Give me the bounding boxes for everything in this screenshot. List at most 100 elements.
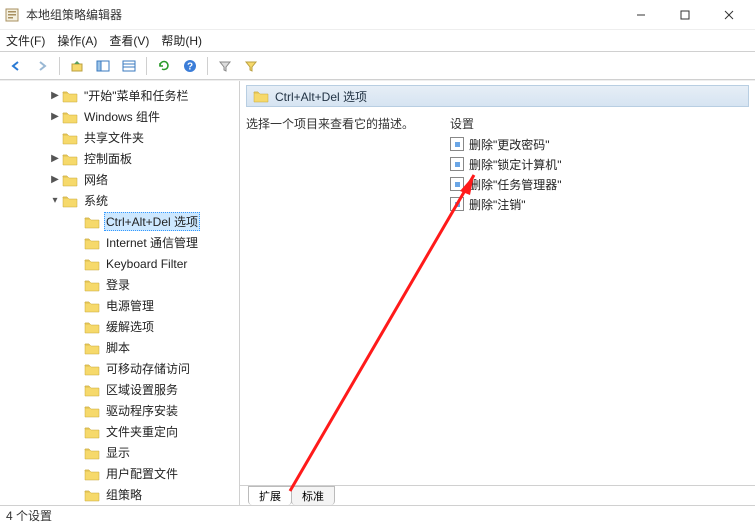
toolbar-separator — [207, 57, 208, 75]
tree-item[interactable]: 驱动程序安装 — [2, 400, 237, 421]
tree-item-label: 缓解选项 — [104, 318, 156, 335]
setting-item[interactable]: 删除"注销" — [446, 194, 749, 214]
folder-icon — [84, 215, 100, 229]
menu-help[interactable]: 帮助(H) — [161, 32, 202, 49]
maximize-button[interactable] — [663, 1, 707, 29]
toolbar-separator — [146, 57, 147, 75]
tree-twisty-icon[interactable]: ▾ — [48, 195, 62, 206]
tree-item[interactable]: ▶Windows 组件 — [2, 106, 237, 127]
description-text: 选择一个项目来查看它的描述。 — [246, 113, 446, 485]
tree-twisty-icon[interactable]: ▶ — [48, 174, 62, 185]
setting-label: 删除"注销" — [469, 196, 526, 213]
setting-label: 删除"锁定计算机" — [469, 156, 562, 173]
tree-item[interactable]: 用户配置文件 — [2, 463, 237, 484]
tree-item-label: "开始"菜单和任务栏 — [82, 87, 191, 104]
content-header-title: Ctrl+Alt+Del 选项 — [275, 88, 367, 105]
tree-item-label: 控制面板 — [82, 150, 134, 167]
tree-twisty-icon[interactable]: ▶ — [48, 153, 62, 164]
folder-icon — [84, 236, 100, 250]
tree-item[interactable]: Internet 通信管理 — [2, 232, 237, 253]
folder-icon — [84, 488, 100, 502]
filter-button[interactable] — [213, 55, 237, 77]
svg-text:?: ? — [187, 61, 193, 72]
status-bar: 4 个设置 — [0, 505, 755, 525]
folder-icon — [84, 320, 100, 334]
minimize-button[interactable] — [619, 1, 663, 29]
menu-action[interactable]: 操作(A) — [57, 32, 97, 49]
tree-item[interactable]: ▶ 网络 — [2, 169, 237, 190]
tree-item[interactable]: ▶ 控制面板 — [2, 148, 237, 169]
tab-standard[interactable]: 标准 — [291, 486, 335, 505]
tree-item[interactable]: 区域设置服务 — [2, 379, 237, 400]
tree-item-label: 用户配置文件 — [104, 465, 180, 482]
tree-item-label: 可移动存储访问 — [104, 360, 192, 377]
folder-icon — [62, 194, 78, 208]
column-header-setting[interactable]: 设置 — [446, 113, 749, 134]
menu-view[interactable]: 查看(V) — [109, 32, 149, 49]
tree-item[interactable]: 文件夹重定向 — [2, 421, 237, 442]
policy-icon — [450, 157, 464, 171]
folder-icon — [62, 89, 78, 103]
tree-item[interactable]: 组策略 — [2, 484, 237, 505]
tool-bar: ? — [0, 52, 755, 80]
tree-item[interactable]: Keyboard Filter — [2, 253, 237, 274]
folder-icon — [84, 341, 100, 355]
folder-icon — [84, 278, 100, 292]
tree-item[interactable]: 可移动存储访问 — [2, 358, 237, 379]
tree-pane[interactable]: ▶ "开始"菜单和任务栏 ▶Windows 组件共享文件夹 ▶ 控制面板 ▶ 网络 ▾系统Ct… — [0, 81, 240, 505]
tree-twisty-icon[interactable]: ▶ — [48, 111, 62, 122]
folder-icon — [84, 404, 100, 418]
setting-item[interactable]: 删除"更改密码" — [446, 134, 749, 154]
tree-item[interactable]: Ctrl+Alt+Del 选项 — [2, 211, 237, 232]
tree-item-label: 组策略 — [104, 486, 144, 503]
setting-item[interactable]: 删除"任务管理器" — [446, 174, 749, 194]
folder-icon — [253, 89, 269, 103]
title-bar: 本地组策略编辑器 — [0, 0, 755, 30]
setting-item[interactable]: 删除"锁定计算机" — [446, 154, 749, 174]
tree-item-label: 共享文件夹 — [82, 129, 146, 146]
setting-label: 删除"任务管理器" — [469, 176, 562, 193]
refresh-button[interactable] — [152, 55, 176, 77]
main-area: ▶"开始"菜单和任务栏▶Windows 组件共享文件夹▶控制面板▶网络▾系统Ct… — [0, 80, 755, 505]
tree-item[interactable]: 电源管理 — [2, 295, 237, 316]
tree-item[interactable]: 显示 — [2, 442, 237, 463]
setting-label: 删除"更改密码" — [469, 136, 550, 153]
forward-button[interactable] — [30, 55, 54, 77]
folder-icon — [84, 467, 100, 481]
tree-item-label: Ctrl+Alt+Del 选项 — [104, 212, 200, 231]
back-button[interactable] — [4, 55, 28, 77]
folder-icon — [62, 173, 78, 187]
up-button[interactable] — [65, 55, 89, 77]
show-hide-tree-button[interactable] — [91, 55, 115, 77]
folder-icon — [84, 383, 100, 397]
menu-file[interactable]: 文件(F) — [6, 32, 45, 49]
tree-item[interactable]: 登录 — [2, 274, 237, 295]
folder-icon — [84, 362, 100, 376]
tree-item-label: Internet 通信管理 — [104, 234, 200, 251]
tree-item-label: 登录 — [104, 276, 132, 293]
help-button[interactable]: ? — [178, 55, 202, 77]
status-text: 4 个设置 — [6, 507, 52, 524]
settings-list: 设置 删除"更改密码" 删除"锁定计算机" 删除"任务管理器" 删除"注销" — [446, 113, 749, 485]
tree-item[interactable]: 共享文件夹 — [2, 127, 237, 148]
tree-item[interactable]: ▾系统 — [2, 190, 237, 211]
tree-item-label: 驱动程序安装 — [104, 402, 180, 419]
tab-extended[interactable]: 扩展 — [248, 486, 292, 505]
tree-item[interactable]: 脚本 — [2, 337, 237, 358]
toolbar-separator — [59, 57, 60, 75]
folder-icon — [84, 257, 100, 271]
list-button[interactable] — [117, 55, 141, 77]
tree-item[interactable]: ▶ "开始"菜单和任务栏 — [2, 85, 237, 106]
tree-twisty-icon[interactable]: ▶ — [48, 90, 62, 101]
close-button[interactable] — [707, 1, 751, 29]
tree-item-label: 电源管理 — [104, 297, 156, 314]
filter-options-button[interactable] — [239, 55, 263, 77]
tree-item-label: 网络 — [82, 171, 110, 188]
tree-item-label: Keyboard Filter — [104, 257, 189, 271]
tree-item-label: 显示 — [104, 444, 132, 461]
tree-item[interactable]: 缓解选项 — [2, 316, 237, 337]
tree-item-label: 脚本 — [104, 339, 132, 356]
tabs-bar: 扩展 标准 — [240, 485, 755, 505]
folder-icon — [62, 152, 78, 166]
tree-item-label: 区域设置服务 — [104, 381, 180, 398]
